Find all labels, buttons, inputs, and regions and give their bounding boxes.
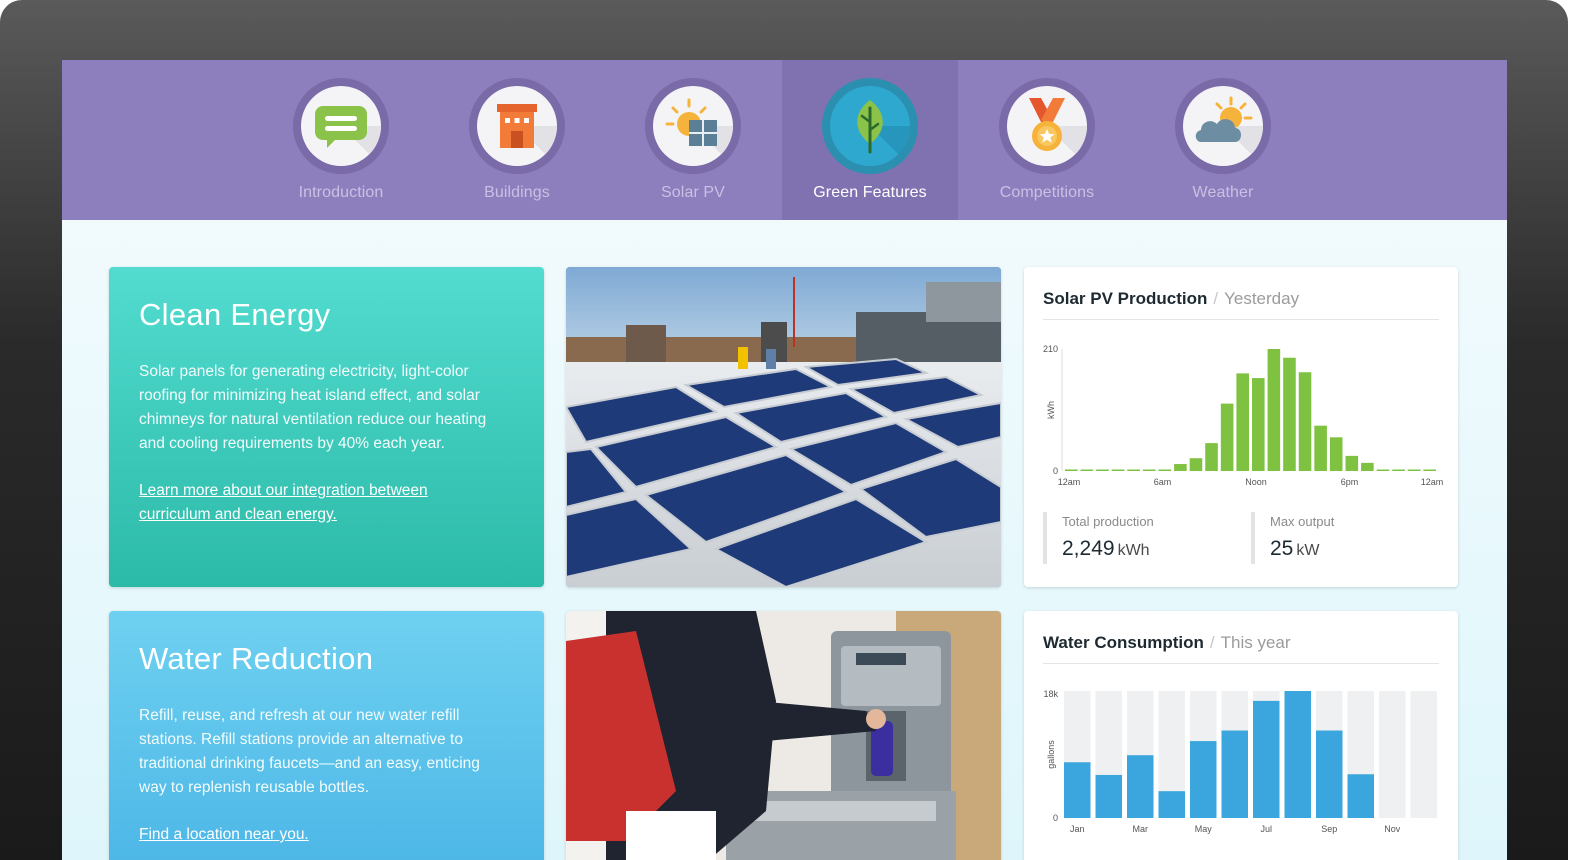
chart-bar (1253, 700, 1280, 818)
tab-label: Competitions (999, 184, 1095, 201)
water-station-photo (566, 611, 1001, 860)
y-tick-label: 0 (1053, 813, 1058, 823)
y-tick-label: 210 (1043, 344, 1058, 354)
chart-bar (1189, 458, 1203, 471)
chart-bar (1158, 469, 1172, 471)
chart-bar (1376, 469, 1390, 471)
chart-bar (1283, 357, 1296, 471)
chart-bar (1080, 469, 1094, 471)
chart-bar (1190, 741, 1217, 818)
y-tick-label: 18k (1043, 689, 1058, 699)
tab-green-features[interactable]: Green Features (782, 60, 958, 220)
solar-pv-production-chart: Solar PV Production / Yesterday 210 0 kWh 12a… (1024, 267, 1458, 587)
chart-bar (1392, 469, 1405, 471)
rooftop-solar-image (566, 267, 1001, 587)
tab-label: Weather (1192, 184, 1254, 201)
chart-bar (1407, 469, 1421, 471)
chart-bar (1174, 464, 1187, 471)
chart-bar (1267, 349, 1281, 471)
tab-weather[interactable]: Weather (1135, 60, 1311, 220)
x-tick-label: 12am (1421, 477, 1444, 487)
stat-label: Total production (1062, 514, 1154, 529)
chart-bar (1347, 774, 1374, 818)
total-production-stat: Total production 2,249 kWh (1043, 512, 1154, 564)
y-tick-label: 0 (1053, 466, 1058, 476)
stat-unit: kWh (1117, 542, 1150, 559)
water-reduction-card: Water Reduction Refill, reuse, and refre… (109, 611, 544, 860)
chart-bar (1111, 469, 1125, 471)
solar-bar-chart: 210 0 kWh 12am 6am Noon 6pm 12am (1043, 344, 1444, 487)
solar-panels-photo (566, 267, 1001, 587)
find-location-link[interactable]: Find a location near you. (139, 823, 479, 847)
chart-bar (1064, 762, 1091, 818)
clean-energy-learn-more-link[interactable]: Learn more about our integration between… (139, 479, 479, 527)
top-navigation: Introduction Buildings Solar PV Green Fe… (62, 60, 1507, 220)
refill-station-image (566, 611, 1001, 860)
max-output-stat: Max output 25 kW (1251, 512, 1334, 564)
tab-introduction[interactable]: Introduction (253, 60, 429, 220)
chart-bar (1423, 469, 1436, 471)
chart-bar (1158, 791, 1185, 818)
card-title: Clean Energy (139, 297, 331, 332)
x-tick-label: 12am (1058, 477, 1081, 487)
tab-label: Introduction (298, 184, 384, 201)
leaf-icon (857, 100, 910, 166)
chart-bar (1345, 455, 1359, 471)
medal-icon (1029, 98, 1087, 166)
tab-solar-pv[interactable]: Solar PV (605, 60, 781, 220)
x-tick-label: Jul (1260, 824, 1272, 834)
stat-unit: kW (1296, 542, 1320, 559)
x-tick-label: 6am (1154, 477, 1172, 487)
x-tick-label: Noon (1245, 477, 1267, 487)
stat-label: Max output (1270, 514, 1335, 529)
x-tick-label: Mar (1133, 824, 1149, 834)
chat-bubble-icon (315, 106, 381, 166)
x-tick-label: Jan (1070, 824, 1085, 834)
chart-bar (1205, 443, 1218, 471)
chart-bar (1361, 462, 1374, 471)
chart-bar (1252, 378, 1265, 471)
water-consumption-chart: Water Consumption / This year 18k 0 gallons J… (1024, 611, 1458, 860)
tab-label: Buildings (484, 184, 550, 201)
water-bar-chart: 18k 0 gallons Jan Mar May Jul Sep Nov (1043, 689, 1437, 834)
card-title: Water Reduction (139, 641, 374, 676)
tab-buildings[interactable]: Buildings (429, 60, 605, 220)
chart-bar (1065, 469, 1078, 471)
chart-bar (1236, 373, 1249, 471)
chart-bar-track (1410, 691, 1437, 818)
chart-bar (1329, 437, 1343, 471)
x-tick-label: May (1195, 824, 1213, 834)
kiosk-screen: Introduction Buildings Solar PV Green Fe… (62, 60, 1507, 860)
chart-bar (1127, 755, 1154, 818)
y-axis-label: gallons (1046, 740, 1056, 769)
x-tick-label: Sep (1321, 824, 1337, 834)
stat-value: 25 (1270, 537, 1294, 560)
tab-label: Green Features (813, 184, 927, 201)
partly-cloudy-icon (1195, 96, 1263, 166)
stat-value: 2,249 (1062, 537, 1115, 560)
chart-bar (1095, 774, 1122, 818)
chart-bar (1127, 469, 1140, 471)
card-description: Solar panels for generating electricity,… (139, 363, 487, 452)
chart-bar (1284, 691, 1311, 818)
tab-label: Solar PV (661, 184, 725, 201)
chart-bar (1314, 425, 1327, 471)
clean-energy-card: Clean Energy Solar panels for generating… (109, 267, 544, 587)
chart-bar (1096, 469, 1109, 471)
chart-bar-track (1379, 691, 1406, 818)
y-axis-label: kWh (1046, 401, 1056, 419)
chart-bar (1316, 730, 1343, 818)
chart-bar (1221, 730, 1248, 818)
solar-panel-icon (665, 98, 733, 166)
building-icon (497, 104, 557, 166)
chart-bar (1142, 469, 1156, 471)
x-tick-label: 6pm (1341, 477, 1359, 487)
chart-bar (1298, 372, 1312, 471)
card-description: Refill, reuse, and refresh at our new wa… (139, 707, 480, 796)
tab-competitions[interactable]: Competitions (959, 60, 1135, 220)
x-tick-label: Nov (1384, 824, 1401, 834)
chart-bar (1220, 403, 1234, 471)
